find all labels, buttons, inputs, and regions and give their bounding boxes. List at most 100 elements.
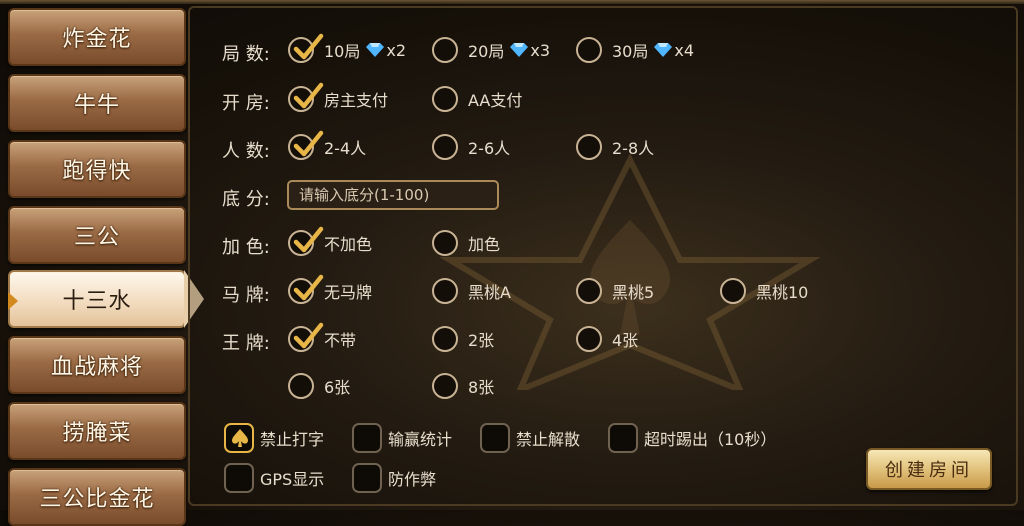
king-card-option-text: 4张 bbox=[612, 331, 639, 350]
king-card-option-text: 6张 bbox=[324, 378, 351, 397]
king-card-label: 王 牌: bbox=[222, 333, 270, 354]
checkbox-no-typing[interactable]: 禁止打字 bbox=[224, 423, 324, 453]
king-card-6[interactable]: 6张 bbox=[288, 373, 350, 399]
rounds-option-10[interactable]: 10局 x2 bbox=[288, 33, 407, 63]
create-room-button[interactable]: 创建房间 bbox=[866, 448, 992, 490]
sidebar-item-niuniu[interactable]: 牛牛 bbox=[8, 74, 186, 132]
checkbox-box[interactable] bbox=[608, 423, 638, 453]
radio-button[interactable] bbox=[576, 326, 602, 352]
diamond-icon bbox=[510, 43, 529, 57]
radio-button[interactable] bbox=[432, 373, 458, 399]
checkbox-box[interactable] bbox=[224, 423, 254, 453]
radio-button[interactable] bbox=[288, 322, 324, 352]
sidebar-item-laoyancai[interactable]: 捞腌菜 bbox=[8, 402, 186, 460]
checkbox-label: 超时踢出（10秒） bbox=[644, 430, 777, 449]
add-color-option-text: 加色 bbox=[468, 235, 501, 254]
sidebar-item-paodekuai[interactable]: 跑得快 bbox=[8, 140, 186, 198]
sidebar-item-label: 跑得快 bbox=[62, 159, 132, 184]
players-option-2-4[interactable]: 2-4人 bbox=[288, 130, 367, 160]
checkbox-box[interactable] bbox=[352, 463, 382, 493]
diamond-icon bbox=[654, 43, 673, 57]
king-card-2[interactable]: 2张 bbox=[432, 326, 494, 352]
sidebar-item-sangongbijinhua[interactable]: 三公比金花 bbox=[8, 468, 186, 526]
checkbox-no-dissolve[interactable]: 禁止解散 bbox=[480, 423, 580, 453]
sidebar-item-label: 捞腌菜 bbox=[62, 421, 132, 446]
room-pay-owner[interactable]: 房主支付 bbox=[288, 82, 388, 112]
add-color-option-text: 不加色 bbox=[324, 235, 373, 254]
radio-button[interactable] bbox=[288, 33, 324, 63]
horse-card-label: 马 牌: bbox=[222, 285, 270, 306]
checkbox-timeout-kick[interactable]: 超时踢出（10秒） bbox=[608, 423, 776, 453]
horse-card-spade-10[interactable]: 黑桃10 bbox=[720, 278, 808, 304]
rounds-option-20[interactable]: 20局 x3 bbox=[432, 37, 550, 63]
checkbox-label: 防作弊 bbox=[388, 470, 437, 489]
spade-icon bbox=[232, 429, 248, 447]
check-icon bbox=[293, 130, 324, 157]
checkbox-gps-display[interactable]: GPS显示 bbox=[224, 463, 324, 493]
checkbox-box[interactable] bbox=[224, 463, 254, 493]
radio-button[interactable] bbox=[432, 230, 458, 256]
checkbox-label: 禁止打字 bbox=[260, 430, 325, 449]
king-card-option-text: 2张 bbox=[468, 331, 495, 350]
radio-button[interactable] bbox=[720, 278, 746, 304]
radio-button[interactable] bbox=[432, 278, 458, 304]
king-card-none[interactable]: 不带 bbox=[288, 322, 357, 352]
checkbox-box[interactable] bbox=[480, 423, 510, 453]
radio-button[interactable] bbox=[288, 130, 324, 160]
sidebar-item-label: 血战麻将 bbox=[50, 355, 143, 380]
horse-card-option-text: 黑桃A bbox=[468, 283, 511, 302]
check-icon bbox=[293, 33, 324, 60]
rounds-cost: x4 bbox=[674, 40, 695, 60]
radio-button[interactable] bbox=[432, 326, 458, 352]
radio-button[interactable] bbox=[288, 82, 324, 112]
rounds-cost: x3 bbox=[530, 40, 551, 60]
radio-button[interactable] bbox=[576, 134, 602, 160]
radio-button[interactable] bbox=[288, 274, 324, 304]
rounds-option-text: 10局 bbox=[324, 42, 361, 61]
sidebar-item-xuezhanmajiang[interactable]: 血战麻将 bbox=[8, 336, 186, 394]
checkbox-label: 输赢统计 bbox=[388, 430, 453, 449]
room-pay-label: 开 房: bbox=[222, 93, 270, 114]
sidebar-item-shisanshui[interactable]: 十三水 bbox=[8, 270, 204, 328]
checkbox-win-loss-stats[interactable]: 输赢统计 bbox=[352, 423, 452, 453]
radio-button[interactable] bbox=[288, 226, 324, 256]
players-option-2-6[interactable]: 2-6人 bbox=[432, 134, 510, 160]
king-card-option-text: 8张 bbox=[468, 378, 495, 397]
radio-button[interactable] bbox=[432, 134, 458, 160]
sidebar-item-label: 牛牛 bbox=[73, 93, 120, 118]
radio-button[interactable] bbox=[576, 37, 602, 63]
king-card-4[interactable]: 4张 bbox=[576, 326, 638, 352]
base-score-input[interactable] bbox=[287, 180, 499, 210]
checkbox-label: 禁止解散 bbox=[516, 430, 581, 449]
rounds-option-30[interactable]: 30局 x4 bbox=[576, 37, 694, 63]
add-color-none[interactable]: 不加色 bbox=[288, 226, 373, 256]
players-option-2-8[interactable]: 2-8人 bbox=[576, 134, 654, 160]
sidebar-item-label: 三公比金花 bbox=[39, 487, 155, 512]
rounds-cost: x2 bbox=[386, 40, 407, 60]
active-indicator-icon bbox=[8, 292, 18, 310]
players-label: 人 数: bbox=[222, 141, 270, 162]
radio-button[interactable] bbox=[576, 278, 602, 304]
checkbox-anti-cheat[interactable]: 防作弊 bbox=[352, 463, 436, 493]
checkbox-box[interactable] bbox=[352, 423, 382, 453]
horse-card-spade-5[interactable]: 黑桃5 bbox=[576, 278, 654, 304]
rounds-option-text: 30局 bbox=[612, 42, 649, 61]
room-pay-option-text: AA支付 bbox=[468, 91, 523, 110]
players-option-text: 2-6人 bbox=[468, 139, 511, 158]
diamond-icon bbox=[366, 43, 385, 57]
sidebar-item-zhajinhua[interactable]: 炸金花 bbox=[8, 8, 186, 66]
king-card-option-text: 不带 bbox=[324, 331, 357, 350]
add-color-yes[interactable]: 加色 bbox=[432, 230, 500, 256]
radio-button[interactable] bbox=[288, 373, 314, 399]
players-option-text: 2-4人 bbox=[324, 139, 367, 158]
radio-button[interactable] bbox=[432, 37, 458, 63]
room-pay-aa[interactable]: AA支付 bbox=[432, 86, 522, 112]
game-sidebar: 炸金花 牛牛 跑得快 三公 十三水 血战麻将 捞腌菜 三公比金花 bbox=[0, 0, 204, 526]
radio-button[interactable] bbox=[432, 86, 458, 112]
horse-card-option-text: 黑桃5 bbox=[612, 283, 655, 302]
horse-card-none[interactable]: 无马牌 bbox=[288, 274, 372, 304]
sidebar-item-sangong[interactable]: 三公 bbox=[8, 206, 186, 264]
check-icon bbox=[293, 226, 324, 253]
horse-card-spade-a[interactable]: 黑桃A bbox=[432, 278, 511, 304]
king-card-8[interactable]: 8张 bbox=[432, 373, 494, 399]
